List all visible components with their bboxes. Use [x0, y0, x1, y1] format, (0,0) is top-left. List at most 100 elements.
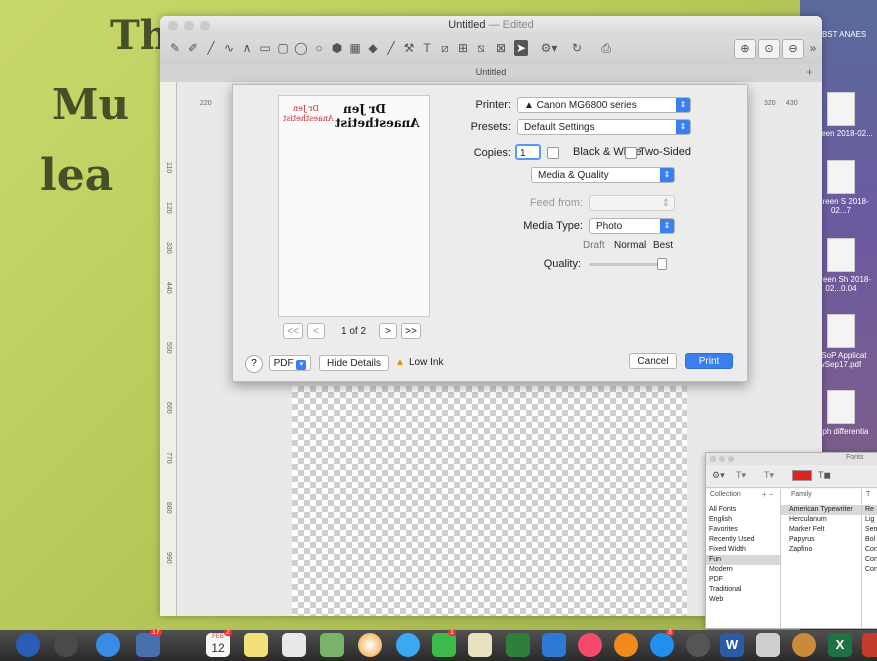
cancel-button[interactable]: Cancel [629, 353, 677, 369]
pointer-icon[interactable]: ➤ [514, 40, 528, 56]
pdf-menu-button[interactable]: PDF ▾ [269, 355, 311, 371]
paint-icon[interactable] [792, 633, 816, 657]
collection-item[interactable]: PDF [706, 575, 780, 585]
typeface-item[interactable]: Lig [862, 515, 877, 525]
safari-icon[interactable] [96, 633, 120, 657]
family-item[interactable]: Marker Felt [781, 525, 861, 535]
curve-icon[interactable]: ∿ [222, 40, 236, 56]
pencil-icon[interactable]: ✎ [168, 40, 182, 56]
typeface-item[interactable]: Bol [862, 535, 877, 545]
collection-item[interactable]: All Fonts [706, 505, 780, 515]
zoom-button[interactable] [728, 456, 734, 462]
system-icon[interactable] [54, 633, 78, 657]
previous-page-button[interactable]: < [307, 323, 325, 339]
rotate-icon[interactable]: ↻ [570, 40, 584, 56]
photo-icon[interactable]: 17 [136, 629, 162, 657]
typeface-item[interactable]: Sem [862, 525, 877, 535]
collection-item[interactable]: Recently Used [706, 535, 780, 545]
resize-icon[interactable]: ⧅ [474, 40, 488, 56]
printer-select[interactable]: ▲ Canon MG6800 series ⇕ [517, 97, 691, 113]
typeface-item[interactable]: Re [862, 505, 877, 515]
brush-icon[interactable]: ╱ [384, 40, 398, 56]
gear-icon[interactable]: ⚙▾ [712, 470, 725, 481]
quality-slider[interactable] [589, 258, 667, 270]
family-item[interactable]: Zapfino [781, 545, 861, 555]
family-item[interactable]: Herculanum [781, 515, 861, 525]
section-select[interactable]: Media & Quality ⇕ [531, 167, 675, 183]
zigzag-icon[interactable]: ∧ [240, 40, 254, 56]
excel-icon[interactable]: X [828, 633, 852, 657]
numbers-icon[interactable] [506, 633, 530, 657]
annotate-icon[interactable]: ⎙ [596, 40, 616, 56]
gear-icon[interactable]: ⚙▾ [536, 40, 562, 56]
magic-wand-icon[interactable]: ⚒ [402, 40, 416, 56]
document-color-icon[interactable]: T◼ [818, 470, 831, 481]
system-preferences-icon[interactable] [686, 633, 710, 657]
close-button[interactable] [710, 456, 716, 462]
color-swatch-icon[interactable] [792, 470, 812, 481]
media-type-select[interactable]: Photo ⇕ [589, 218, 675, 234]
reminders-icon[interactable] [282, 633, 306, 657]
line-icon[interactable]: ╱ [204, 40, 218, 56]
powerpoint-icon[interactable] [862, 633, 877, 657]
ellipse-icon[interactable]: ◯ [294, 40, 308, 56]
family-item-selected[interactable]: American Typewriter [781, 505, 861, 515]
maps-icon[interactable] [320, 633, 344, 657]
two-sided-checkbox[interactable] [625, 147, 637, 159]
first-page-button[interactable]: << [283, 323, 303, 339]
family-item[interactable]: Papyrus [781, 535, 861, 545]
text-color-icon[interactable]: T▾ [736, 470, 746, 481]
ibooks-icon[interactable] [614, 633, 638, 657]
rectangle-icon[interactable]: ▭ [258, 40, 272, 56]
select-grid-icon[interactable]: ⊞ [456, 40, 470, 56]
tab-title[interactable]: Untitled [160, 67, 822, 77]
keynote-icon[interactable] [542, 633, 566, 657]
collection-item-selected[interactable]: Fun [706, 555, 780, 565]
minimize-button[interactable] [719, 456, 725, 462]
stickies-icon[interactable] [468, 633, 492, 657]
collection-item[interactable]: Fixed Width [706, 545, 780, 555]
crop-icon[interactable]: ⧄ [438, 40, 452, 56]
collection-item[interactable]: Traditional [706, 585, 780, 595]
underline-icon[interactable]: T▾ [764, 470, 774, 481]
app-store-icon[interactable]: 3 [650, 629, 674, 657]
typeface-item[interactable]: Con [862, 555, 877, 565]
notes-icon[interactable] [244, 633, 268, 657]
itunes-icon[interactable] [578, 633, 602, 657]
launchpad-icon[interactable] [16, 633, 40, 657]
typeface-item[interactable]: Con [862, 545, 877, 555]
transparent-image-area[interactable] [292, 386, 687, 616]
facetime-icon[interactable]: 1 [432, 629, 456, 657]
lasso-icon[interactable]: ⊠ [494, 40, 508, 56]
help-button[interactable]: ? [245, 355, 263, 373]
presets-select[interactable]: Default Settings ⇕ [517, 119, 691, 135]
word-icon[interactable]: W [720, 633, 744, 657]
rounded-rect-icon[interactable]: ▢ [276, 40, 290, 56]
text-icon[interactable]: T [420, 40, 434, 56]
new-tab-icon[interactable]: + [806, 65, 813, 79]
black-white-checkbox[interactable] [547, 147, 559, 159]
collection-item[interactable]: Modern [706, 565, 780, 575]
pen-icon[interactable]: ✐ [186, 40, 200, 56]
zoom-out-icon[interactable]: ⊖ [782, 39, 804, 59]
toolbar-overflow-icon[interactable]: » [806, 40, 820, 56]
collection-item[interactable]: Favorites [706, 525, 780, 535]
hide-details-button[interactable]: Hide Details [319, 355, 389, 371]
zoom-actual-icon[interactable]: ⊙ [758, 39, 780, 59]
photos-icon[interactable] [358, 633, 382, 657]
add-remove-collection[interactable]: + − [762, 490, 774, 499]
shape-fill-icon[interactable]: ⬢ [330, 40, 344, 56]
collection-item[interactable]: English [706, 515, 780, 525]
color-swatch-icon[interactable]: ▦ [348, 40, 362, 56]
last-page-button[interactable]: >> [401, 323, 421, 339]
zoom-in-icon[interactable]: ⊕ [734, 39, 756, 59]
messages-icon[interactable] [396, 633, 420, 657]
feed-from-select[interactable]: ⇕ [589, 195, 675, 211]
print-button[interactable]: Print [685, 353, 733, 369]
circle-icon[interactable]: ○ [312, 40, 326, 56]
eraser-icon[interactable]: ◆ [366, 40, 380, 56]
quality-slider-knob[interactable] [657, 258, 667, 270]
typeface-item[interactable]: Conc [862, 565, 877, 575]
preview-icon[interactable] [756, 633, 780, 657]
next-page-button[interactable]: > [379, 323, 397, 339]
